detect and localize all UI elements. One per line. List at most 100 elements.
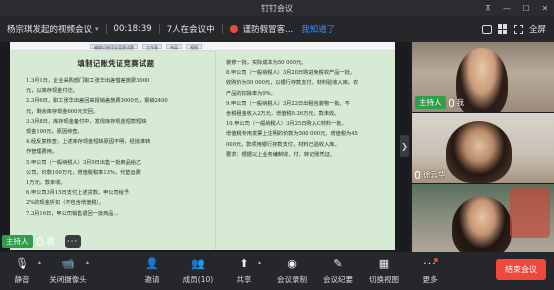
meeting-window: 钉钉会议 ⊼ — ☐ ✕ 杨宗琪发起的视频会议 ▾ 00:18:39 7人在会议… <box>0 0 554 290</box>
window-mode-icon[interactable] <box>481 24 492 34</box>
end-meeting-button[interactable]: 结束会议 <box>496 259 546 280</box>
switch-view-label: 切换视图 <box>369 275 399 284</box>
notification-dot <box>434 258 438 262</box>
title-bar: 钉钉会议 ⊼ — ☐ ✕ <box>0 0 554 16</box>
doc-line: 5.甲公司（一般纳税人）3月9日出售一批商品给乙 <box>26 159 142 166</box>
doc-line: 要求：根据以上业务编制收、付、转记账凭证。 <box>226 151 335 158</box>
video-tile[interactable] <box>412 184 554 254</box>
doc-line: 1.3月1日，企业采购部门职工张华出差借差旅费3000 <box>26 78 150 84</box>
video-tile[interactable]: 徐云华 <box>412 113 554 183</box>
participant-name: 徐云华 <box>423 170 446 179</box>
fullscreen-icon[interactable] <box>513 24 523 34</box>
microphone-icon <box>415 170 420 179</box>
doc-line: 1万元，款未收。 <box>26 180 66 187</box>
participant-video <box>452 196 512 254</box>
window-title: 钉钉会议 <box>261 3 293 13</box>
doc-line: 2%的现金折扣（不包含增值税）。 <box>26 200 105 207</box>
record-button[interactable]: ◉ 会议录制 <box>272 256 312 288</box>
video-tile[interactable]: 主持人 我 <box>412 42 554 112</box>
doc-line: 2.3月6日，职工张华出差回来报销差旅费3000元，报销2400 <box>26 98 168 105</box>
doc-toolbar-chip: 工作表 <box>142 43 162 50</box>
members-button[interactable]: 👥 成员(10) <box>178 256 218 288</box>
participant-count[interactable]: 7人在会议中 <box>167 23 215 35</box>
microphone-icon <box>448 98 454 107</box>
security-warning: 谨防假冒客... 我知道了 <box>229 23 335 35</box>
doc-line: 元，剩余库存现金600元交回。 <box>26 108 99 115</box>
doc-line: 产品的扣除率为9%。 <box>226 90 276 97</box>
document-title: 填制记账凭证竞赛试题 <box>77 59 155 68</box>
doc-toolbar-chip: 布局 <box>166 43 182 50</box>
shared-document: 编辑记账凭证竞赛试题 工作表 布局 视图 填制记账凭证竞赛试题 1.3月1日，企… <box>10 42 395 250</box>
document-toolbar: 编辑记账凭证竞赛试题 工作表 布局 视图 <box>10 42 395 51</box>
minutes-button[interactable]: ✎ 会议纪要 <box>318 256 358 288</box>
more-button[interactable]: ··· 更多 <box>410 256 450 288</box>
doc-line: 4.经反复核查，上述库存现金短缺原因不明，经批准转 <box>26 139 151 146</box>
warning-icon <box>229 25 238 33</box>
duration-text: 00:18:39 <box>113 24 152 34</box>
doc-line: 收购价为50 000元，以银行存款支付，材料验收入库。农 <box>226 80 359 87</box>
meeting-name-dropdown[interactable]: 杨宗琪发起的视频会议 ▾ <box>7 23 99 35</box>
doc-line: 10.甲公司（一般纳税人）3月25日购入C材料一批， <box>226 121 347 128</box>
presenter-name: 我 <box>46 237 55 246</box>
pin-icon[interactable]: ⊼ <box>483 4 493 13</box>
minimize-icon[interactable]: — <box>502 4 512 13</box>
pen-icon: ✎ <box>333 257 343 270</box>
doc-line: 作管理费用。 <box>26 149 58 156</box>
participant-count-text: 7人在会议中 <box>166 25 215 35</box>
members-icon: 👥 <box>191 257 205 270</box>
switch-view-button[interactable]: ▦ 切换视图 <box>364 256 404 288</box>
doc-line: 6.甲公司3月15日支付上述货款。甲公司给予 <box>26 190 130 197</box>
grid-view-icon[interactable] <box>497 24 508 34</box>
share-options-caret-icon[interactable]: ▴ <box>258 259 261 266</box>
minutes-label: 会议纪要 <box>323 275 353 284</box>
warning-text: 谨防假冒客... <box>242 25 294 35</box>
host-badge: 主持人 <box>415 96 446 109</box>
doc-line: 3.3月8日，库存现金备付中，发现库存现金短款短缺 <box>26 118 147 125</box>
camera-label: 关闭摄像头 <box>49 275 87 284</box>
mute-label: 静音 <box>14 275 30 284</box>
meeting-name: 杨宗琪发起的视频会议 <box>7 25 93 35</box>
doc-toolbar-chip: 视图 <box>186 43 202 50</box>
chevron-down-icon: ▾ <box>95 25 99 33</box>
left-lines: 1.3月1日，企业采购部门职工张华出差借差旅费3000 元，以库存现金付讫。 2… <box>26 76 206 219</box>
divider <box>105 24 107 34</box>
camera-button[interactable]: 📹 关闭摄像头 <box>48 256 88 288</box>
background-object <box>510 188 550 238</box>
share-screen-icon: ⬆ <box>239 257 249 270</box>
microphone-icon <box>36 237 43 246</box>
close-icon[interactable]: ✕ <box>540 4 550 13</box>
doc-line: 装修一批，实际成本为50 000元。 <box>226 60 307 66</box>
invite-label: 邀请 <box>144 275 160 284</box>
doc-line: 增值税专用发票上注明的价款为500 000元，增值税为45 <box>226 131 358 138</box>
participant-name: 我 <box>456 98 465 107</box>
doc-line: 元，以库存现金付讫。 <box>26 88 78 95</box>
doc-line: 9.甲公司（一般纳税人）3月22日出租包装物一批，不 <box>226 100 350 107</box>
dismiss-warning-link[interactable]: 我知道了 <box>301 23 335 35</box>
fullscreen-label[interactable]: 全屏 <box>529 23 546 35</box>
layout-icon: ▦ <box>378 257 390 270</box>
meeting-info-bar: 杨宗琪发起的视频会议 ▾ 00:18:39 7人在会议中 谨防假冒客... 我知… <box>0 16 554 42</box>
invite-button[interactable]: 👤 邀请 <box>132 256 172 288</box>
tile-label: 徐云华 <box>415 169 446 180</box>
camera-options-caret-icon[interactable]: ▴ <box>86 259 89 266</box>
document-page: 填制记账凭证竞赛试题 1.3月1日，企业采购部门职工张华出差借差旅费3000 元… <box>10 51 395 250</box>
tile-label: 主持人 我 <box>415 96 464 109</box>
doc-line: 公司，价款100万元，增值税税率13%，代垫运费 <box>26 169 141 176</box>
divider <box>158 24 160 34</box>
doc-toolbar-chip: 编辑记账凭证竞赛试题 <box>90 43 138 50</box>
maximize-icon[interactable]: ☐ <box>521 4 531 13</box>
record-icon: ◉ <box>287 257 297 270</box>
presenter-tag: 主持人 我 ··· <box>2 233 81 250</box>
record-label: 会议录制 <box>277 275 307 284</box>
share-label: 共享 <box>236 275 252 284</box>
presenter-more-button[interactable]: ··· <box>64 235 81 248</box>
mute-button[interactable]: 🎙 静音 <box>2 256 42 288</box>
camera-icon: 📹 <box>61 257 75 270</box>
document-right-column: 装修一批，实际成本为50 000元。 8.甲公司（一般纳税人）3月20日购进免税… <box>222 51 394 250</box>
collapse-panel-arrow-icon[interactable]: ❯ <box>400 135 409 157</box>
mute-options-caret-icon[interactable]: ▴ <box>38 259 41 266</box>
doc-line: 现金100元，原因待查。 <box>26 129 83 136</box>
members-label: 成员(10) <box>182 275 214 284</box>
bottom-toolbar: 🎙 静音 ▴ 📹 关闭摄像头 ▴ 👤 邀请 👥 成员(10) ⬆ 共享 ▴ ◉ … <box>0 252 554 290</box>
meeting-duration: 00:18:39 <box>114 24 152 34</box>
